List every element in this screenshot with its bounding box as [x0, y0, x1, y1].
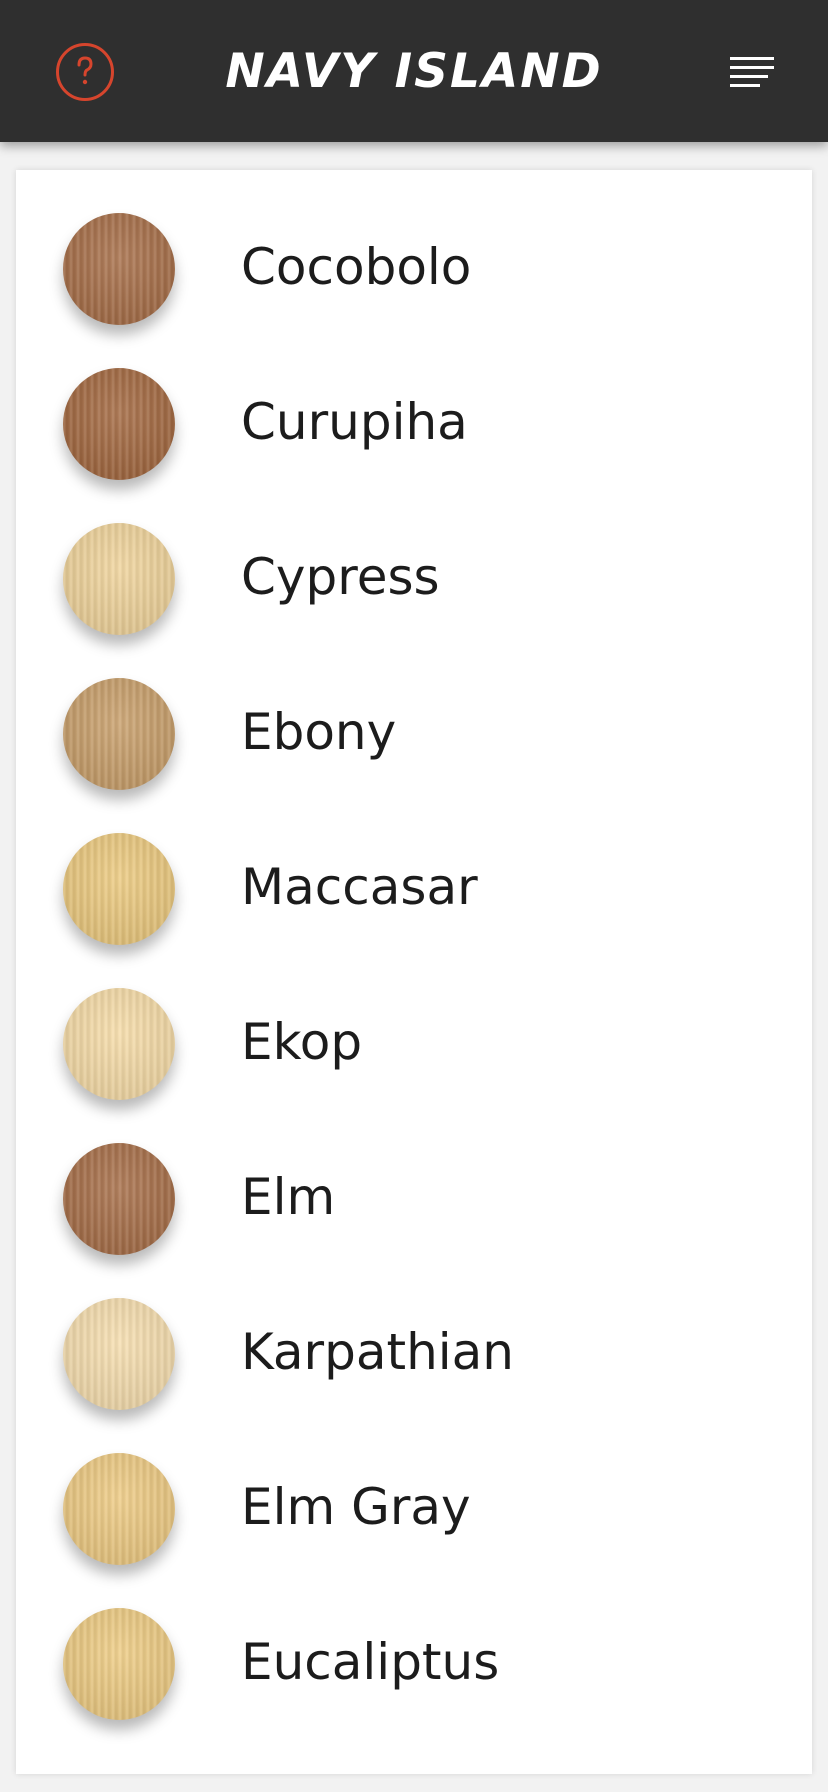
wood-name-label: Karpathian: [241, 1323, 514, 1381]
wood-swatch: [63, 523, 175, 635]
wood-list-item[interactable]: Cocobolo: [16, 170, 812, 325]
wood-name-label: Cocobolo: [241, 238, 472, 296]
wood-name-label: Maccasar: [241, 858, 478, 916]
wood-swatch: [63, 1143, 175, 1255]
wood-name-label: Ekop: [241, 1013, 363, 1071]
wood-name-label: Elm: [241, 1168, 336, 1226]
wood-swatch: [63, 1608, 175, 1720]
wood-swatch: [63, 833, 175, 945]
wood-name-label: Curupiha: [241, 393, 468, 451]
wood-swatch: [63, 988, 175, 1100]
help-button[interactable]: [56, 43, 114, 101]
wood-list-item[interactable]: Elm Gray: [16, 1410, 812, 1565]
menu-icon: [730, 57, 774, 60]
menu-button[interactable]: [730, 55, 776, 91]
wood-species-panel: Cocobolo Curupiha Cypress Ebony Maccasar Ekop…: [16, 170, 812, 1774]
wood-list-item[interactable]: Eucaliptus: [16, 1565, 812, 1720]
top-navigation-bar: NAVY ISLAND: [0, 0, 828, 142]
wood-list-item[interactable]: Elm: [16, 1100, 812, 1255]
wood-list-item[interactable]: Karpathian: [16, 1255, 812, 1410]
menu-icon-line: [730, 84, 760, 87]
wood-swatch: [63, 678, 175, 790]
wood-list-item[interactable]: Maccasar: [16, 790, 812, 945]
wood-name-label: Eucaliptus: [241, 1633, 500, 1691]
wood-list-item[interactable]: Ekop: [16, 945, 812, 1100]
wood-species-list: Cocobolo Curupiha Cypress Ebony Maccasar Ekop…: [16, 170, 812, 1720]
menu-icon-line: [730, 66, 774, 69]
help-circle-icon: [77, 56, 93, 85]
wood-name-label: Cypress: [241, 548, 440, 606]
brand-logo[interactable]: NAVY ISLAND: [150, 42, 678, 102]
wood-swatch: [63, 213, 175, 325]
wood-list-item[interactable]: Ebony: [16, 635, 812, 790]
wood-swatch: [63, 1453, 175, 1565]
wood-name-label: Elm Gray: [241, 1478, 471, 1536]
menu-icon-line: [730, 75, 768, 78]
wood-name-label: Ebony: [241, 703, 397, 761]
wood-swatch: [63, 1298, 175, 1410]
wood-list-item[interactable]: Curupiha: [16, 325, 812, 480]
wood-swatch: [63, 368, 175, 480]
wood-list-item[interactable]: Cypress: [16, 480, 812, 635]
